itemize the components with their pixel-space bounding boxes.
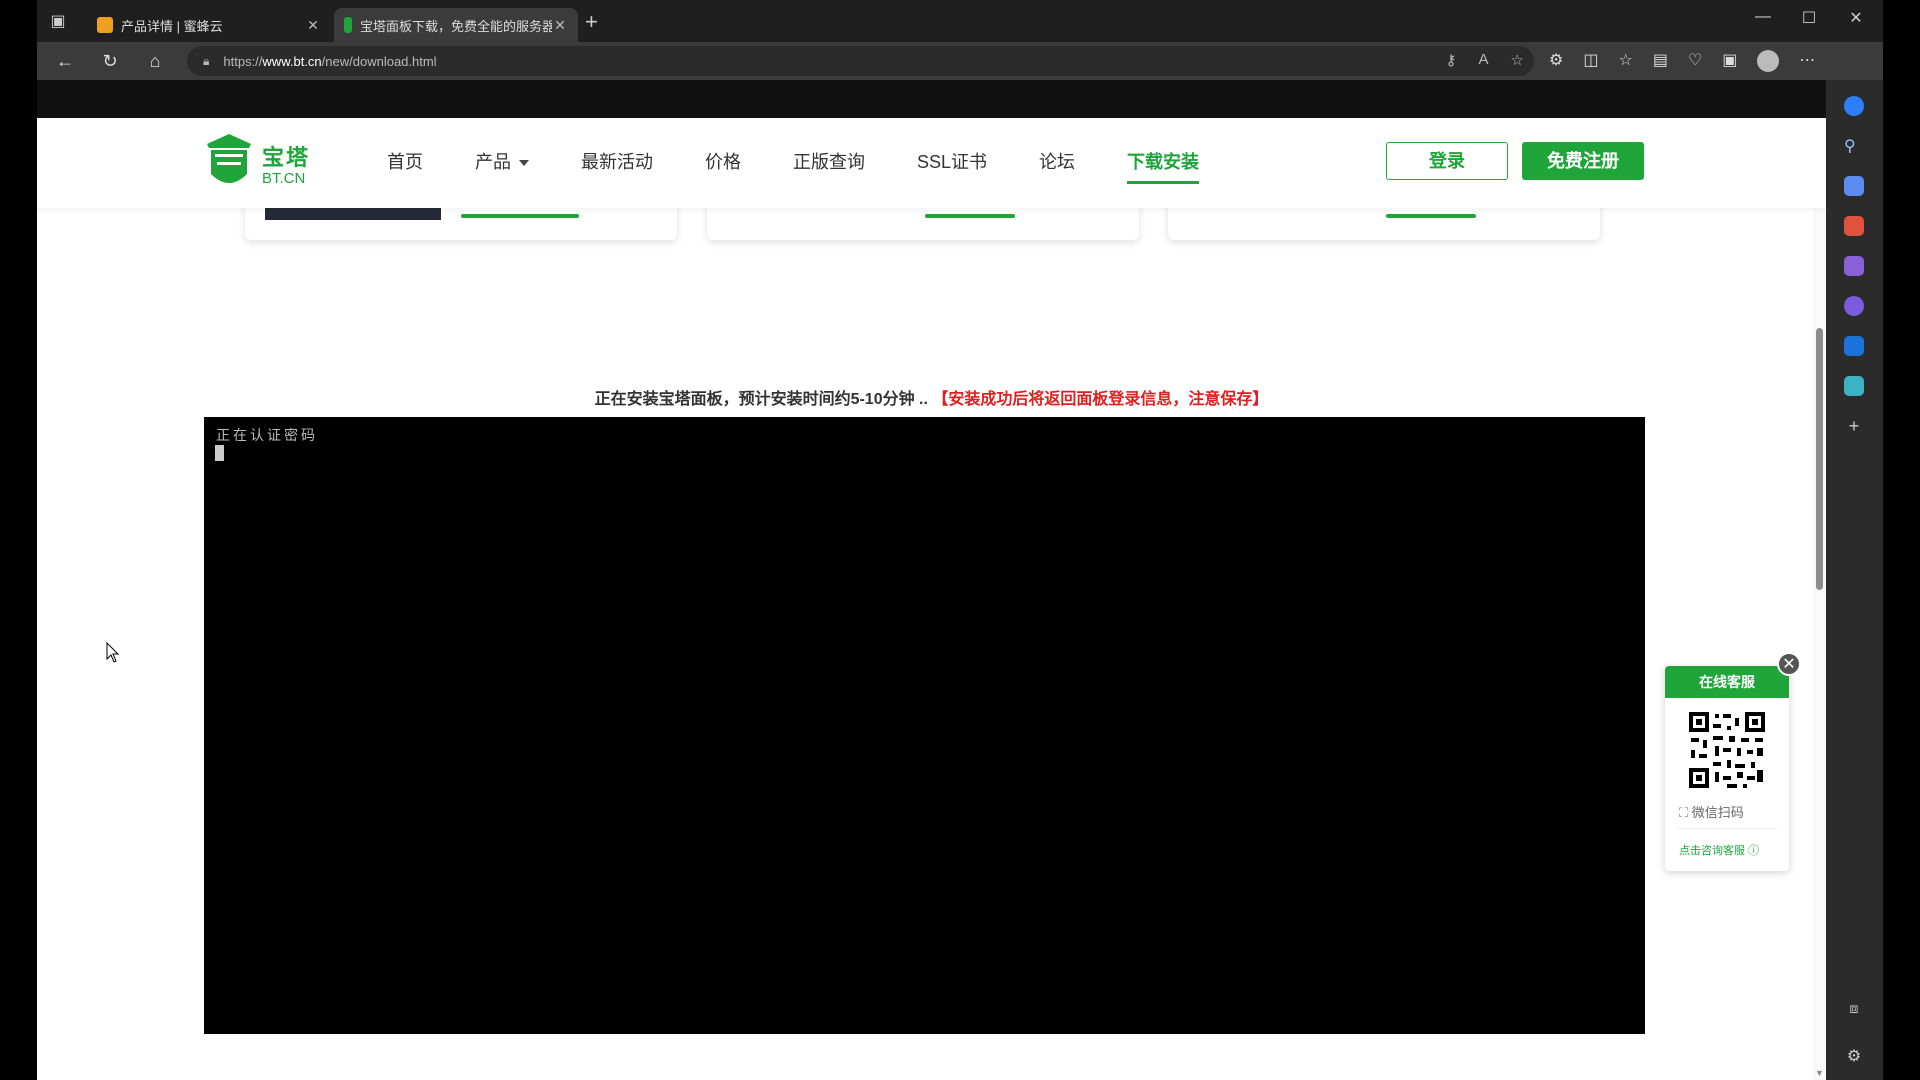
browser-toolbar: ← ↻ ⌂ 🔒︎ https://www.bt.cn/new/download.… (37, 42, 1883, 80)
online-support-widget: 在线客服 ✕ ⛶ 微信扫码 点击咨询客服 ⓘ (1665, 652, 1801, 871)
home-icon[interactable]: ⌂ (143, 50, 167, 72)
address-bar[interactable]: 🔒︎ https://www.bt.cn/new/download.html ⚷… (187, 46, 1534, 76)
url-text: https://www.bt.cn/new/download.html (223, 53, 437, 69)
toolbar-actions: ⚙ ◫ ☆ ▤ ♡ ▣ ⋯ (1549, 50, 1815, 72)
back-icon[interactable]: ← (53, 50, 77, 72)
address-bar-icons: ⚷ A ☆ (1446, 51, 1524, 69)
support-title: 在线客服 (1665, 666, 1789, 698)
extensions-icon[interactable]: ⚙ (1549, 50, 1563, 72)
terminal-cursor (215, 445, 224, 461)
close-window-icon[interactable]: ✕ (1833, 8, 1879, 28)
nav-activities[interactable]: 最新活动 (581, 148, 653, 174)
site-header: 宝塔 BT.CN 首页 产品 最新活动 价格 正版查询 SSL证书 论坛 下载安… (37, 118, 1826, 208)
tab-bt-download[interactable]: 宝塔面板下载，免费全能的服务器 ✕ (334, 8, 578, 42)
consult-link[interactable]: 点击咨询客服 ⓘ (1679, 842, 1759, 858)
tools-icon[interactable] (1844, 216, 1864, 236)
nav-license-check[interactable]: 正版查询 (793, 148, 865, 174)
screenshot-icon[interactable]: ⧈ (1844, 1000, 1864, 1020)
nav-forum[interactable]: 论坛 (1039, 148, 1075, 174)
logo-cn-text: 宝塔 (262, 145, 311, 170)
games-icon[interactable] (1844, 256, 1864, 276)
install-status-text: 正在安装宝塔面板，预计安装时间约5-10分钟 .. (594, 391, 928, 408)
webpage: 宝塔 BT.CN 首页 产品 最新活动 价格 正版查询 SSL证书 论坛 下载安… (37, 118, 1826, 1080)
tab-bar: ▣ 产品详情 | 蜜蜂云 ✕ 宝塔面板下载，免费全能的服务器 ✕ + — ☐ ✕ (37, 0, 1883, 42)
nav-download[interactable]: 下载安装 (1127, 148, 1200, 184)
top-banner-strip (37, 80, 1883, 118)
install-status: 正在安装宝塔面板，预计安装时间约5-10分钟 .. 【安装成功后将返回面板登录信… (37, 385, 1826, 409)
scan-icon: ⛶ (1679, 805, 1689, 820)
profile-avatar[interactable] (1757, 50, 1780, 72)
edge-sidebar: ⚲ + ⧈ ⚙ (1826, 80, 1883, 1080)
read-aloud-icon[interactable]: A (1479, 51, 1489, 69)
tab-actions-icon[interactable]: ▣ (47, 10, 69, 32)
nav-ssl[interactable]: SSL证书 (917, 148, 987, 174)
browser-essentials-icon[interactable]: ♡ (1688, 50, 1702, 72)
card-button-edge (1386, 214, 1476, 218)
divider (1677, 828, 1777, 829)
add-sidebar-app-icon[interactable]: + (1844, 416, 1864, 436)
copilot-icon[interactable] (1844, 96, 1864, 116)
install-terminal[interactable]: 正在认证密码 (204, 417, 1645, 1034)
install-warning-text: 【安装成功后将返回面板登录信息，注意保存】 (932, 391, 1269, 408)
close-tab-icon[interactable]: ✕ (305, 17, 321, 34)
bt-logo[interactable]: 宝塔 BT.CN (205, 134, 315, 194)
scroll-down-icon[interactable]: ▼ (1815, 1068, 1824, 1078)
mouse-pointer-icon (106, 642, 120, 663)
help-circle-icon: ⓘ (1748, 845, 1760, 857)
microsoft365-icon[interactable] (1844, 296, 1864, 316)
split-screen-icon[interactable]: ◫ (1583, 50, 1598, 72)
tab-label: 产品详情 | 蜜蜂云 (121, 18, 223, 34)
register-button[interactable]: 免费注册 (1522, 142, 1644, 180)
bt-favicon-icon (344, 17, 352, 33)
tab-label: 宝塔面板下载，免费全能的服务器 (360, 18, 552, 34)
main-nav: 首页 产品 最新活动 价格 正版查询 SSL证书 论坛 下载安装 (387, 148, 1251, 184)
terminal-output-line: 正在认证密码 (216, 428, 318, 444)
more-menu-icon[interactable]: ⋯ (1799, 50, 1815, 72)
scan-label: 微信扫码 (1691, 805, 1744, 820)
drop-icon[interactable] (1844, 376, 1864, 396)
bt-pagoda-logo-icon (207, 134, 251, 183)
favorites-icon[interactable]: ☆ (1618, 50, 1632, 72)
maximize-icon[interactable]: ☐ (1786, 8, 1832, 28)
tab-mifengyun[interactable]: 产品详情 | 蜜蜂云 ✕ (87, 8, 331, 42)
scrollbar-thumb[interactable] (1816, 328, 1823, 590)
new-tab-button[interactable]: + (585, 11, 598, 33)
close-tab-icon[interactable]: ✕ (552, 17, 568, 34)
refresh-icon[interactable]: ↻ (98, 50, 122, 72)
mifengyun-favicon-icon (97, 17, 113, 33)
caret-down-icon (519, 160, 529, 167)
collections-icon[interactable]: ▤ (1653, 50, 1668, 72)
nav-pricing[interactable]: 价格 (705, 148, 741, 174)
outlook-icon[interactable] (1844, 336, 1864, 356)
password-key-icon[interactable]: ⚷ (1446, 51, 1457, 69)
sidebar-settings-icon[interactable]: ⚙ (1844, 1046, 1864, 1066)
card-button-edge (461, 214, 579, 218)
favorite-star-icon[interactable]: ☆ (1511, 51, 1524, 69)
close-widget-icon[interactable]: ✕ (1777, 652, 1801, 676)
edge-bar-icon[interactable]: ▣ (1722, 50, 1737, 72)
logo-en-text: BT.CN (262, 170, 306, 187)
login-button[interactable]: 登录 (1386, 142, 1508, 180)
wechat-qr-code (1687, 710, 1767, 790)
search-icon[interactable]: ⚲ (1844, 136, 1864, 156)
minimize-icon[interactable]: — (1740, 8, 1786, 26)
shopping-icon[interactable] (1844, 176, 1864, 196)
nav-home[interactable]: 首页 (387, 148, 423, 174)
nav-products[interactable]: 产品 (475, 148, 529, 174)
wechat-scan: ⛶ 微信扫码 (1679, 802, 1744, 821)
page-scrollbar[interactable]: ▲ ▼ (1813, 118, 1826, 1080)
card-button-edge (925, 214, 1015, 218)
lock-icon: 🔒︎ (203, 53, 210, 68)
